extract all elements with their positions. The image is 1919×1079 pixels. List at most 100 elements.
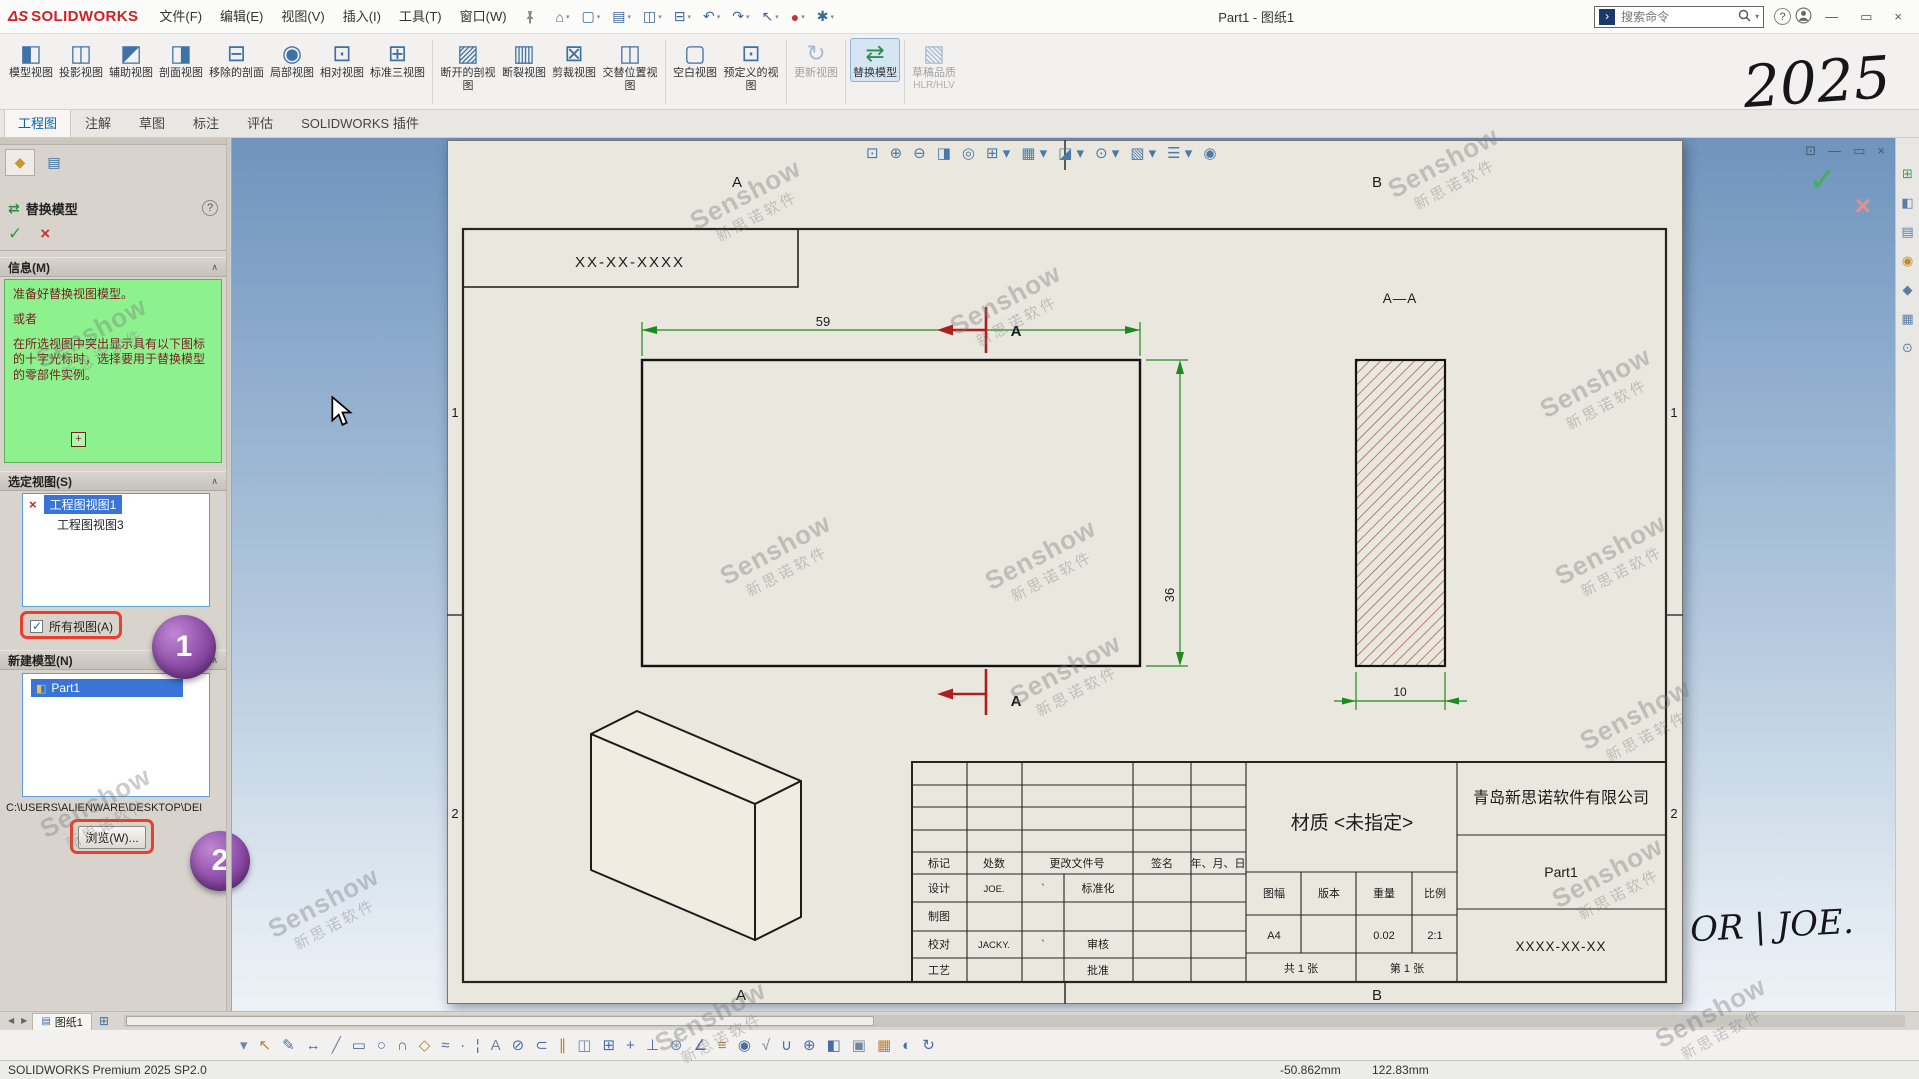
note-icon[interactable]: ≡	[718, 1037, 727, 1054]
close-icon[interactable]: ×	[1885, 9, 1911, 24]
panel-help-icon[interactable]: ?	[202, 200, 218, 216]
quickbar-icon[interactable]: ↶	[697, 8, 726, 25]
add-sheet-icon[interactable]: ⊞	[95, 1014, 113, 1028]
section-display-icon[interactable]: ◐	[902, 1037, 911, 1054]
confirmation-check-icon[interactable]: ✓	[1809, 160, 1838, 200]
help-panel-icon[interactable]: ⊙	[1902, 340, 1913, 356]
remove-mark-icon[interactable]: ×	[29, 497, 37, 512]
hide-show-items-icon[interactable]: ◪ ▾	[1056, 144, 1086, 162]
ribbon-button-auxiliary-view[interactable]: ◩辅助视图	[106, 38, 156, 82]
globe-icon[interactable]: ◉	[1201, 144, 1218, 162]
point-tool-icon[interactable]: ∙	[461, 1037, 465, 1054]
ribbon-button-broken-out-section[interactable]: ▨断开的剖视图	[437, 38, 499, 94]
display-style-icon[interactable]: ▦ ▾	[1019, 144, 1049, 162]
scrollbar-thumb[interactable]	[126, 1016, 874, 1026]
repair-sketch-icon[interactable]: ⊛	[670, 1036, 683, 1054]
view-settings-icon[interactable]: ☰ ▾	[1165, 144, 1194, 162]
view-item-selected[interactable]: 工程图视图1	[44, 495, 123, 514]
trim-tool-icon[interactable]: ⊘	[512, 1036, 525, 1054]
pin-icon[interactable]	[516, 10, 544, 24]
balloon-icon[interactable]: ◉	[738, 1036, 751, 1054]
rectangle-tool-icon[interactable]: ▭	[352, 1036, 366, 1054]
ribbon-button-break-view[interactable]: ▥断裂视图	[499, 38, 549, 82]
datum-feature-icon[interactable]: ◧	[827, 1036, 841, 1054]
tab-configuration-manager[interactable]: ▤	[39, 149, 69, 176]
new-model-list[interactable]: ◧ Part1	[22, 673, 210, 797]
edit-appearance-icon[interactable]: ⊙ ▾	[1093, 144, 1121, 162]
menu-item[interactable]: 工具(T)	[390, 0, 451, 34]
list-item[interactable]: × 工程图视图1	[23, 494, 209, 514]
ribbon-button-projected-view[interactable]: ◫投影视图	[56, 38, 106, 82]
search-input[interactable]	[1619, 9, 1734, 25]
pane-icon[interactable]: ◧	[1901, 195, 1913, 211]
horizontal-scrollbar[interactable]	[124, 1015, 1905, 1027]
tab-sketch[interactable]: 草图	[125, 108, 179, 137]
tab-evaluate[interactable]: 评估	[233, 108, 287, 137]
apply-scene-icon[interactable]: ▧ ▾	[1128, 144, 1158, 162]
tree-panel-icon[interactable]: ▤	[1901, 224, 1913, 240]
ok-button[interactable]: ✓	[8, 224, 22, 244]
menu-item[interactable]: 文件(F)	[150, 0, 211, 34]
menu-item[interactable]: 视图(V)	[272, 0, 333, 34]
collapse-icon[interactable]: ∧	[211, 262, 218, 273]
tools-panel-icon[interactable]: ◆	[1903, 282, 1913, 298]
smart-dimension-icon[interactable]: ↔	[306, 1037, 321, 1054]
quickbar-icon[interactable]: ●	[785, 9, 811, 25]
quickbar-icon[interactable]: ◫	[637, 8, 668, 25]
circle-tool-icon[interactable]: ○	[377, 1037, 386, 1054]
filter-dropdown-icon[interactable]: ▾	[240, 1036, 248, 1054]
menu-item[interactable]: 插入(I)	[334, 0, 390, 34]
line-tool-icon[interactable]: ╱	[332, 1036, 341, 1054]
menu-item[interactable]: 窗口(W)	[451, 0, 516, 34]
surface-finish-icon[interactable]: √	[762, 1037, 770, 1054]
viewport-icon[interactable]: ⊞	[1902, 166, 1913, 182]
previous-view-icon[interactable]: ⊖	[911, 144, 928, 162]
command-search[interactable]: › ▾	[1594, 6, 1764, 28]
view-annotations-icon[interactable]: ◎	[960, 144, 977, 162]
ribbon-button-detail-view[interactable]: ◉局部视图	[267, 38, 317, 82]
spline-tool-icon[interactable]: ≈	[441, 1037, 449, 1054]
offset-entities-icon[interactable]: ∥	[559, 1036, 567, 1054]
quickbar-icon[interactable]: ↷	[726, 8, 755, 25]
centerline-tool-icon[interactable]: ¦	[476, 1037, 480, 1054]
sphere-panel-icon[interactable]: ◉	[1902, 253, 1913, 269]
ribbon-button-alternate-position[interactable]: ◫交替位置视图	[599, 38, 661, 94]
list-item[interactable]: 工程图视图3	[23, 514, 209, 534]
minimize-doc-icon[interactable]: —	[1828, 143, 1841, 159]
user-avatar-icon[interactable]	[1795, 7, 1812, 27]
ribbon-button-relative-view[interactable]: ⊡相对视图	[317, 38, 367, 82]
model-item-selected[interactable]: ◧ Part1	[31, 679, 183, 697]
ribbon-button-replace-model[interactable]: ⇄替换模型	[850, 38, 900, 82]
tab-drawing[interactable]: 工程图	[4, 108, 71, 137]
browse-button[interactable]: 浏览(W)...	[78, 826, 146, 849]
panel-splitter[interactable]	[226, 138, 232, 1011]
help-icon[interactable]: ?	[1774, 8, 1791, 25]
tab-markup[interactable]: 标注	[179, 108, 233, 137]
quick-snaps-icon[interactable]: ∠	[693, 1036, 706, 1054]
panel-scroll-strip[interactable]	[0, 138, 226, 145]
quickbar-icon[interactable]: ✱	[811, 8, 840, 25]
view-orientation-icon[interactable]: ⊞ ▾	[984, 144, 1012, 162]
drawing-sheet[interactable]: A B A B 1 2 1 2 XX-XX-XXXX	[447, 140, 1683, 1004]
arc-tool-icon[interactable]: ∩	[397, 1037, 408, 1054]
text-tool-icon[interactable]: A	[491, 1037, 501, 1054]
sketch-pen-icon[interactable]: ✎	[282, 1036, 295, 1054]
collapse-icon[interactable]: ∧	[211, 476, 218, 487]
mirror-entities-icon[interactable]: ◫	[577, 1036, 591, 1054]
quickbar-icon[interactable]: ⌂	[550, 9, 576, 25]
restore-icon[interactable]: ▭	[1851, 9, 1881, 25]
select-tool-icon[interactable]: ↖	[259, 1036, 272, 1054]
quickbar-icon[interactable]: ↖	[756, 8, 785, 25]
section-view-icon[interactable]: ◨	[935, 144, 953, 162]
zoom-area-icon[interactable]: ⊕	[888, 144, 905, 162]
ribbon-button-predefined-view[interactable]: ⊡预定义的视图	[720, 38, 782, 94]
ribbon-button-model-view[interactable]: ◧模型视图	[6, 38, 56, 82]
quickbar-icon[interactable]: ▢	[576, 8, 607, 25]
weld-symbol-icon[interactable]: ∪	[781, 1036, 792, 1054]
linear-pattern-icon[interactable]: ⊞	[602, 1036, 615, 1054]
tab-annotation[interactable]: 注解	[71, 108, 125, 137]
ribbon-button-empty-view[interactable]: ▢空白视图	[670, 38, 720, 82]
update-icon[interactable]: ↻	[922, 1036, 935, 1054]
block-icon[interactable]: ▣	[852, 1036, 866, 1054]
layers-panel-icon[interactable]: ▦	[1901, 311, 1913, 327]
